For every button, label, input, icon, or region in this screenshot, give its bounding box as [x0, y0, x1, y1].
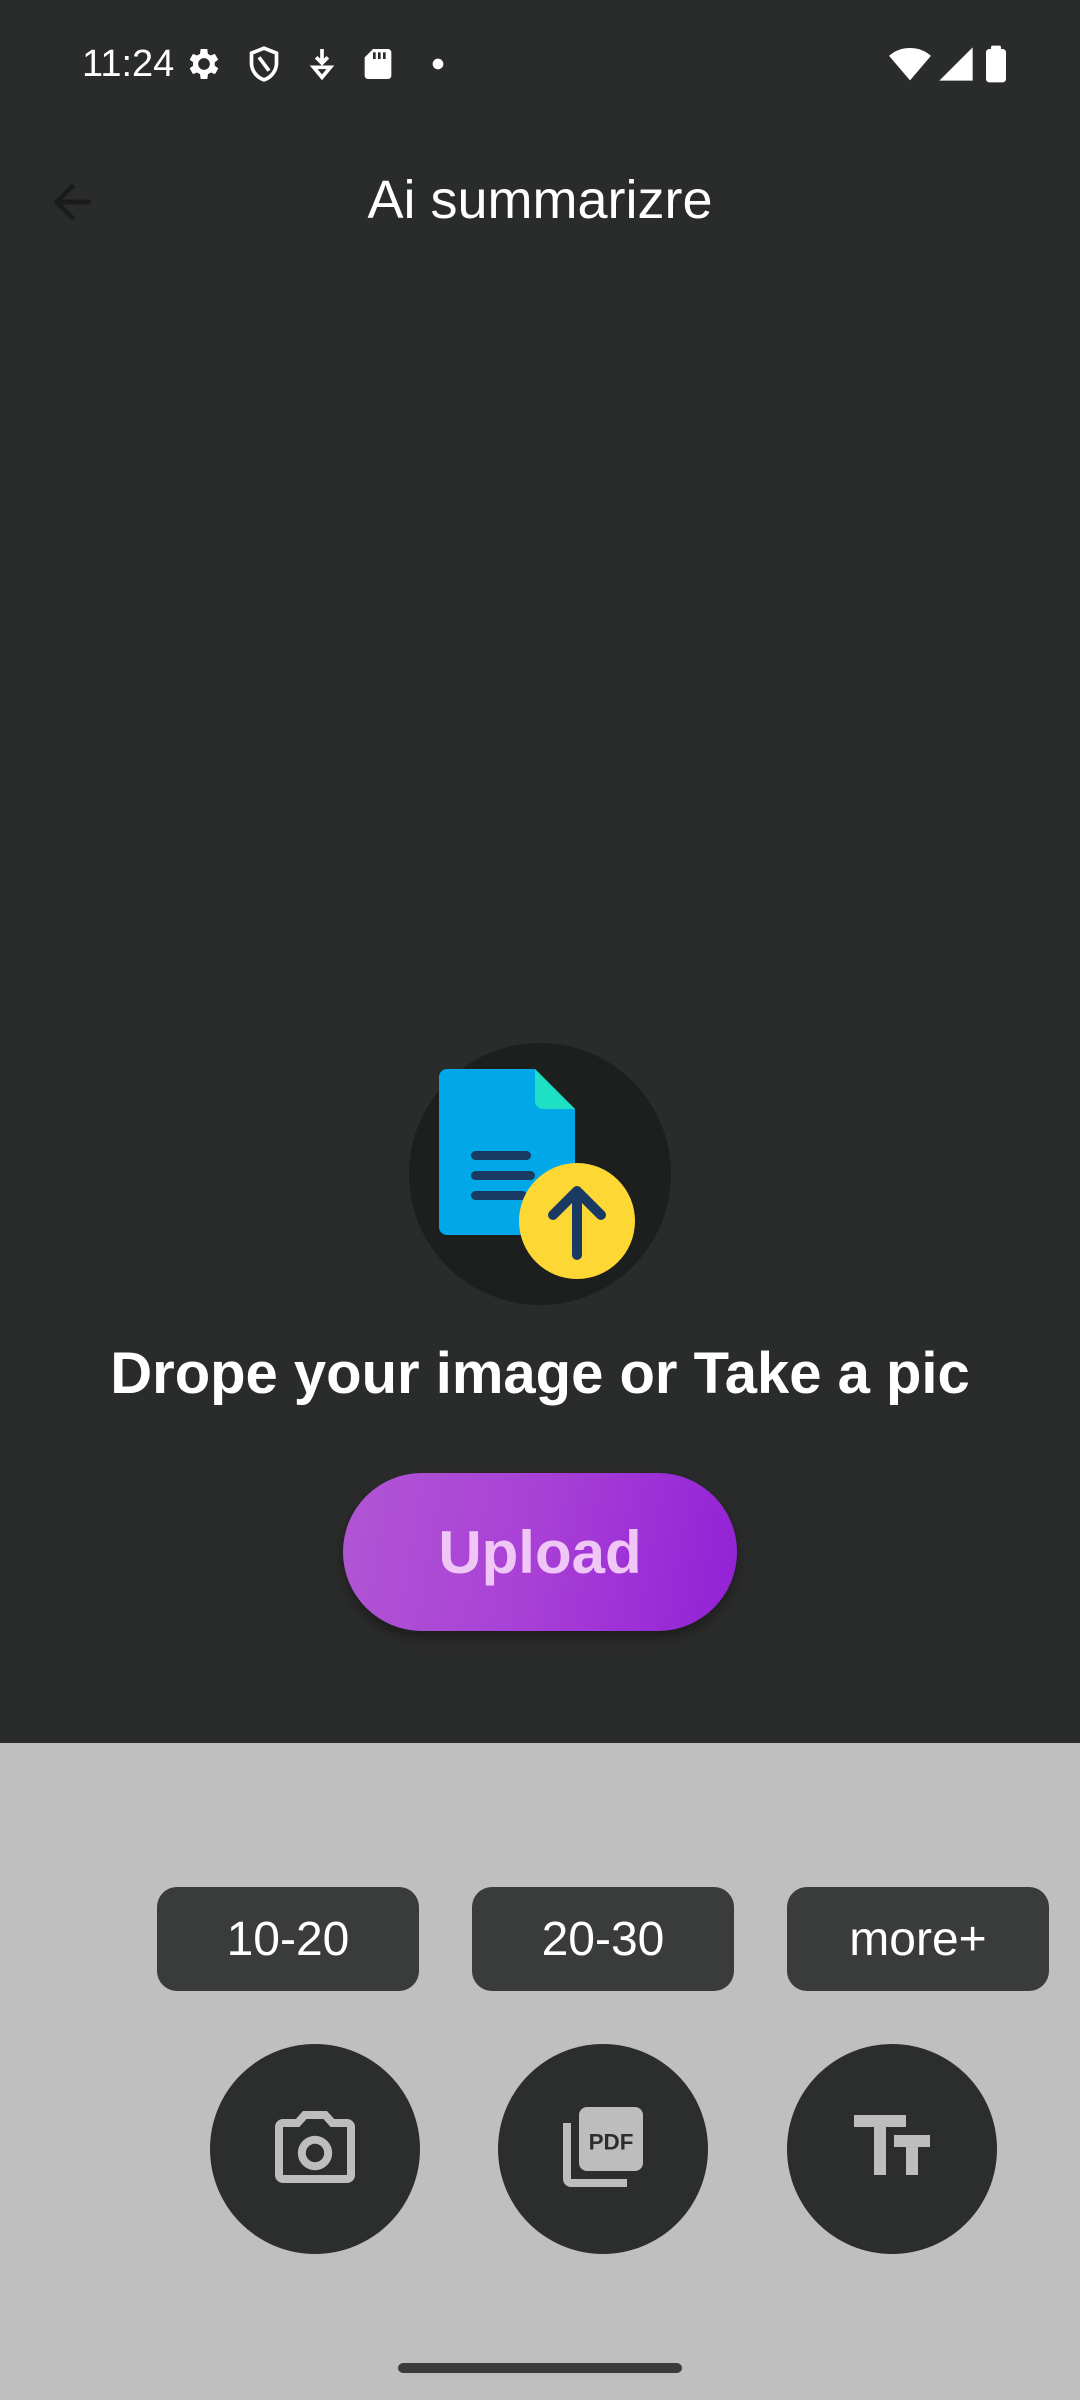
- range-chip-more[interactable]: more+: [787, 1887, 1049, 1991]
- range-chip-20-30[interactable]: 20-30: [472, 1887, 734, 1991]
- shield-icon: [244, 44, 284, 84]
- dot-icon: [418, 44, 458, 84]
- upload-headline: Drope your image or Take a pic: [110, 1341, 970, 1406]
- upload-illustration: [409, 1043, 671, 1305]
- text-button[interactable]: [787, 2044, 997, 2254]
- screen: 11:24 Ai summarizre Drope your image or …: [0, 0, 1080, 2400]
- pdf-icon: PDF: [555, 2099, 651, 2200]
- upload-button[interactable]: Upload: [343, 1473, 737, 1631]
- download-icon: [302, 44, 342, 84]
- sd-card-icon: [358, 44, 398, 84]
- pdf-button[interactable]: PDF: [498, 2044, 708, 2254]
- bottom-panel: 10-20 20-30 more+ PDF: [0, 1743, 1080, 2400]
- page-title: Ai summarizre: [367, 170, 713, 230]
- home-indicator[interactable]: [398, 2363, 682, 2373]
- wifi-icon: [888, 44, 932, 84]
- settings-icon: [184, 44, 224, 84]
- svg-text:PDF: PDF: [589, 2129, 634, 2154]
- status-bar: 11:24: [0, 0, 1080, 128]
- cellular-signal-icon: [936, 44, 976, 84]
- file-upload-icon: [409, 1069, 671, 1309]
- range-chip-10-20[interactable]: 10-20: [157, 1887, 419, 1991]
- app-bar: Ai summarizre: [0, 128, 1080, 272]
- camera-icon: [267, 2099, 363, 2200]
- battery-icon: [980, 44, 1012, 84]
- status-time: 11:24: [82, 43, 175, 85]
- camera-button[interactable]: [210, 2044, 420, 2254]
- text-format-icon: [844, 2099, 940, 2200]
